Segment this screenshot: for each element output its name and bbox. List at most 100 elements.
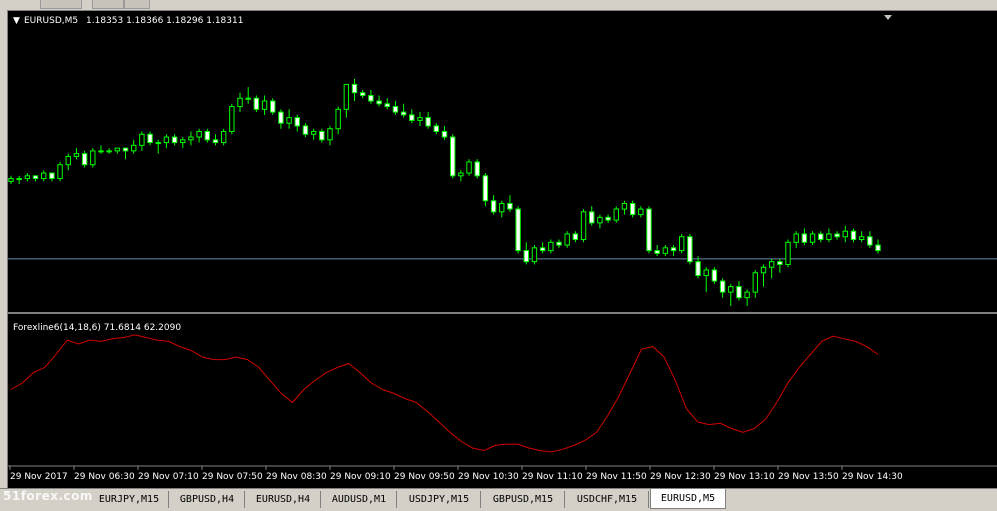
candle-body [867, 236, 873, 246]
candle-body [24, 175, 31, 180]
candle [834, 231, 840, 240]
time-tick-label: 29 Nov 09:50 [394, 472, 455, 482]
candle-body [564, 233, 570, 246]
candle [458, 170, 464, 182]
candle-body [834, 233, 840, 238]
candle [564, 231, 570, 248]
candle [351, 78, 358, 102]
chart-tab[interactable]: USDCHF,M15 [566, 491, 649, 508]
candle-body [597, 216, 603, 224]
candle [16, 175, 22, 185]
time-tick-label: 29 Nov 13:50 [778, 472, 839, 482]
candle [73, 148, 80, 160]
candle [294, 114, 300, 132]
candle-body [777, 261, 783, 265]
chart-tab[interactable]: EURUSD,H4 [246, 491, 321, 508]
candle-body [261, 100, 268, 110]
candle-body [490, 200, 497, 213]
candle [122, 147, 129, 160]
candle-body [278, 111, 284, 124]
candle [360, 89, 366, 99]
candle [188, 131, 194, 146]
shift-marker-icon[interactable] [884, 15, 892, 20]
chart-tab[interactable]: USDJPY,M15 [398, 491, 481, 508]
candle [310, 128, 317, 140]
candle [171, 134, 178, 146]
candle [220, 128, 227, 146]
candle [777, 258, 783, 273]
price-pane: ▼ EURUSD,M5 1.18353 1.18366 1.18296 1.18… [8, 15, 997, 306]
candle [703, 267, 709, 293]
candle [196, 128, 202, 143]
candle-body [818, 233, 824, 241]
candle-body [335, 108, 341, 130]
candle [482, 173, 489, 207]
window-tab-stub[interactable] [40, 0, 82, 9]
candle [507, 195, 513, 212]
candle-body [376, 100, 382, 105]
candle [441, 125, 448, 140]
candle-body [417, 117, 423, 121]
candle-body [98, 150, 104, 153]
candle [768, 258, 775, 279]
candle-body [294, 117, 300, 127]
candle-body [638, 208, 644, 216]
chart-tab[interactable]: EURUSD,M5 [650, 489, 726, 509]
candle-body [212, 139, 219, 144]
chart-menu-arrow-icon[interactable]: ▼ [13, 16, 20, 26]
chart-window[interactable]: ▼ EURUSD,M5 1.18353 1.18366 1.18296 1.18… [7, 10, 997, 489]
candle [204, 128, 211, 143]
candle-body [310, 130, 317, 135]
candle-body [515, 208, 521, 252]
chart-tab-bar: EURJPY,M15 GBPUSD,H4 EURUSD,H4 AUDUSD,M1 USD… [0, 488, 997, 511]
chart-tab[interactable]: EURJPY,M15 [90, 491, 169, 508]
candle [539, 242, 546, 254]
candle [327, 125, 333, 146]
candle [466, 159, 472, 176]
candle [90, 148, 96, 168]
candle-body [654, 250, 660, 254]
window-tab-stub[interactable] [92, 0, 124, 9]
candle-body [670, 247, 677, 252]
candle [155, 139, 161, 154]
candle [826, 228, 832, 243]
indicator-line [10, 334, 879, 453]
candle [597, 214, 603, 229]
candle-body [270, 100, 276, 113]
candle [163, 134, 170, 149]
chart-tab[interactable]: GBPUSD,M15 [482, 491, 565, 508]
candle-body [171, 136, 178, 144]
candle [139, 131, 145, 151]
candle-body [188, 136, 194, 141]
candle [400, 103, 407, 118]
candle [638, 206, 644, 218]
candle [572, 231, 579, 243]
candle [376, 95, 382, 107]
chart-tab[interactable]: GBPUSD,H4 [170, 491, 245, 508]
candle [695, 256, 701, 279]
candle-body [327, 128, 333, 141]
candle [392, 101, 399, 115]
candle [687, 233, 693, 265]
candle [719, 278, 726, 298]
candle [867, 231, 873, 248]
candle [302, 123, 309, 138]
candle-body [826, 233, 832, 241]
time-tick-label: 29 Nov 11:10 [522, 472, 583, 482]
candle-body [458, 172, 464, 177]
candle [180, 137, 186, 149]
candle-body [130, 144, 137, 152]
candle-body [621, 203, 628, 210]
window-tab-stub[interactable] [124, 0, 150, 9]
chart-tab[interactable]: AUDUSD,M1 [322, 491, 397, 508]
candle-body [482, 175, 489, 202]
candle [629, 200, 636, 218]
candle [368, 89, 374, 104]
candle [662, 245, 669, 257]
candle-body [793, 233, 799, 243]
top-strip [0, 0, 997, 10]
candle [106, 148, 112, 154]
candle [65, 153, 71, 171]
indicator-title: Forexline6(14,18,6) 71.6814 62.2090 [13, 323, 181, 333]
main-chart-ohlc: 1.18353 1.18366 1.18296 1.18311 [86, 16, 243, 26]
